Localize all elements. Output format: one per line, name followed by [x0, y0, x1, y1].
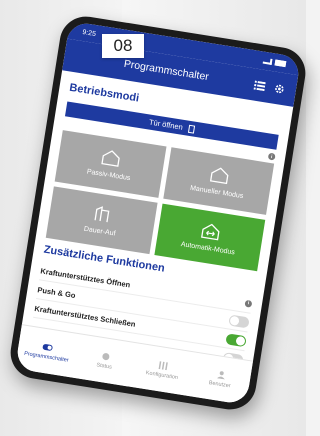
house-icon	[101, 149, 121, 167]
mode-tile-automatik[interactable]: Automatik-Modus	[153, 203, 266, 272]
open-door-label: Tür öffnen	[148, 117, 184, 132]
kraft-schliessen-toggle[interactable]	[225, 332, 247, 347]
sliders-icon	[158, 360, 169, 370]
open-door-icon	[94, 205, 110, 222]
status-icons	[262, 57, 287, 68]
signal-icon	[262, 57, 273, 65]
nav-item-status[interactable]: Status	[83, 349, 127, 372]
nav-label: Status	[95, 361, 113, 371]
mode-tile-label: Automatik-Modus	[180, 240, 236, 256]
nav-item-programmschalter[interactable]: Programmschalter	[23, 340, 70, 364]
battery-icon	[274, 59, 287, 68]
gear-icon[interactable]	[271, 80, 287, 96]
house-icon	[209, 166, 229, 184]
phone-screen: 9:25 Programmschalter Betriebsmodi Tür ö…	[14, 20, 302, 406]
mode-tile-label: Passiv-Modus	[86, 167, 131, 182]
info-icon[interactable]: i	[244, 299, 253, 308]
status-icon	[102, 352, 110, 360]
nav-label: Programmschalter	[23, 350, 70, 364]
mode-tile-label: Dauer-Auf	[83, 225, 117, 238]
nav-label: Benutzer	[208, 379, 232, 389]
switch-icon	[42, 343, 53, 351]
auto-door-icon	[200, 223, 220, 240]
info-icon[interactable]: i	[267, 152, 276, 161]
mode-tile-label: Manueller Modus	[189, 184, 244, 200]
mode-tile-dauer-auf[interactable]: Dauer-Auf	[45, 186, 158, 255]
status-time: 9:25	[81, 28, 97, 38]
door-icon	[188, 124, 196, 134]
push-go-toggle[interactable]	[228, 314, 250, 329]
nav-item-benutzer[interactable]: Benutzer	[199, 367, 243, 390]
user-icon	[216, 370, 225, 379]
nav-label: Konfiguration	[145, 369, 179, 381]
step-number-badge: 08	[102, 34, 144, 58]
main-content: Betriebsmodi Tür öffnen i Passiv-Modus M…	[20, 70, 293, 371]
toggle-knob	[235, 335, 246, 346]
nav-item-konfiguration[interactable]: Konfiguration	[141, 358, 185, 381]
toggle-knob	[229, 315, 240, 326]
function-label: Push & Go	[36, 284, 77, 300]
list-icon[interactable]	[251, 77, 267, 93]
